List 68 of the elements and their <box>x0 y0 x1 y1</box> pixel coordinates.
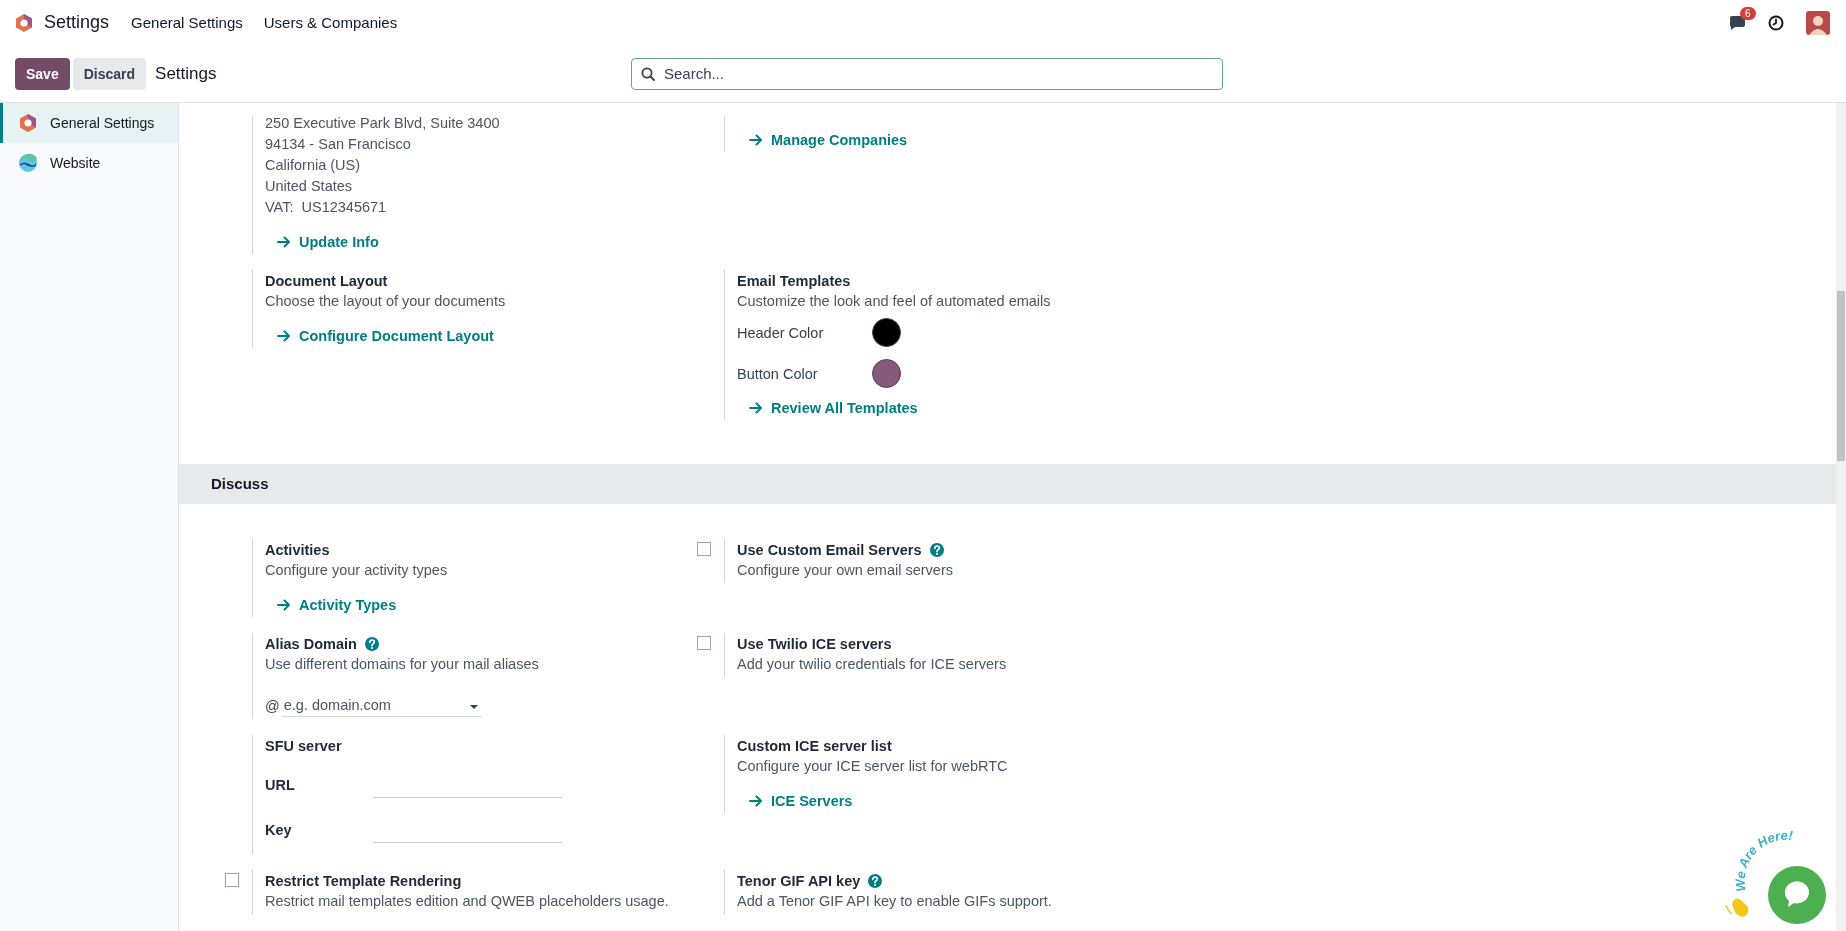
breadcrumb: Settings <box>155 63 217 84</box>
setting-description: Add your twilio credentials for ICE servers <box>737 655 1007 674</box>
setting-title: SFU server <box>265 737 342 754</box>
sidebar-item[interactable]: Website <box>0 143 178 183</box>
message-count-badge: 6 <box>1740 6 1756 20</box>
color-label: Button Color <box>737 365 819 382</box>
logo-icon <box>14 12 34 33</box>
avatar-icon <box>1806 10 1830 35</box>
arrow-icon <box>277 235 290 249</box>
section-header: Discuss <box>179 464 1836 504</box>
address-line: United States <box>265 177 354 196</box>
setting-description: Configure your activity types <box>265 561 448 580</box>
sidebar-item[interactable]: General Settings <box>0 103 178 143</box>
link[interactable]: Activity Types <box>277 595 397 615</box>
checkbox[interactable] <box>697 636 711 650</box>
chat-button[interactable] <box>1768 866 1826 924</box>
link[interactable]: Review All Templates <box>749 398 918 418</box>
checkbox[interactable] <box>697 542 711 556</box>
waving-hand-icon <box>1725 898 1749 917</box>
address-line: 94134 - San Francisco <box>265 135 412 154</box>
address-line: VAT: US12345671 <box>265 198 388 217</box>
checkbox[interactable] <box>225 873 239 887</box>
setting-description: Customize the look and feel of automated emails <box>737 292 1051 311</box>
logo-icon <box>18 113 38 133</box>
setting-description: Use different domains for your mail aliases <box>265 655 539 674</box>
arrow-icon <box>749 401 762 415</box>
search-field[interactable]: Search... <box>631 57 1223 90</box>
setting-title: Custom ICE server list <box>737 737 892 754</box>
link[interactable]: Manage Companies <box>749 130 908 150</box>
arrow-icon <box>749 794 762 808</box>
at-sign: @ <box>265 697 280 714</box>
setting-title: Tenor GIF API key <box>737 872 861 889</box>
arrow-icon <box>277 329 290 343</box>
address-line: 250 Executive Park Blvd, Suite 3400 <box>265 114 500 133</box>
color-swatch[interactable] <box>872 359 901 388</box>
arrow-icon <box>749 133 762 147</box>
setting-description: Restrict mail templates edition and QWEB placeholders usage. <box>265 892 669 911</box>
app-title[interactable]: Settings <box>44 12 110 33</box>
discard-button[interactable]: Discard <box>72 57 147 90</box>
link[interactable]: Configure Document Layout <box>277 326 494 346</box>
address-line: California (US) <box>265 156 362 175</box>
search-icon <box>641 66 655 81</box>
setting-description: Choose the layout of your documents <box>265 292 506 311</box>
menu-item[interactable]: Users & Companies <box>263 14 398 31</box>
clock-icon <box>1768 14 1784 31</box>
link[interactable]: ICE Servers <box>749 791 853 811</box>
setting-title: Email Templates <box>737 272 851 289</box>
setting-title: Alias Domain <box>265 635 357 652</box>
field-label: URL <box>265 776 296 793</box>
setting-description: Add a Tenor GIF API key to enable GIFs support. <box>737 892 1052 911</box>
field-label: Key <box>265 821 293 838</box>
setting-title: Use Custom Email Servers <box>737 541 922 558</box>
setting-title: Restrict Template Rendering <box>265 872 462 889</box>
scrollbar[interactable] <box>1836 103 1846 931</box>
setting-description: Configure your ICE server list for webRTC <box>737 757 1008 776</box>
website-icon <box>18 153 38 173</box>
link[interactable]: Update Info <box>277 232 379 252</box>
setting-title: Use Twilio ICE servers <box>737 635 892 652</box>
setting-description: Configure your own email servers <box>737 561 953 580</box>
menu-item[interactable]: General Settings <box>131 14 243 31</box>
save-button[interactable]: Save <box>15 57 70 90</box>
setting-title: Document Layout <box>265 272 388 289</box>
setting-title: Activities <box>265 541 330 558</box>
color-swatch[interactable] <box>872 318 901 347</box>
arrow-icon <box>277 598 290 612</box>
caret-icon <box>469 705 478 709</box>
chat-icon <box>1728 14 1746 31</box>
color-label: Header Color <box>737 324 825 341</box>
